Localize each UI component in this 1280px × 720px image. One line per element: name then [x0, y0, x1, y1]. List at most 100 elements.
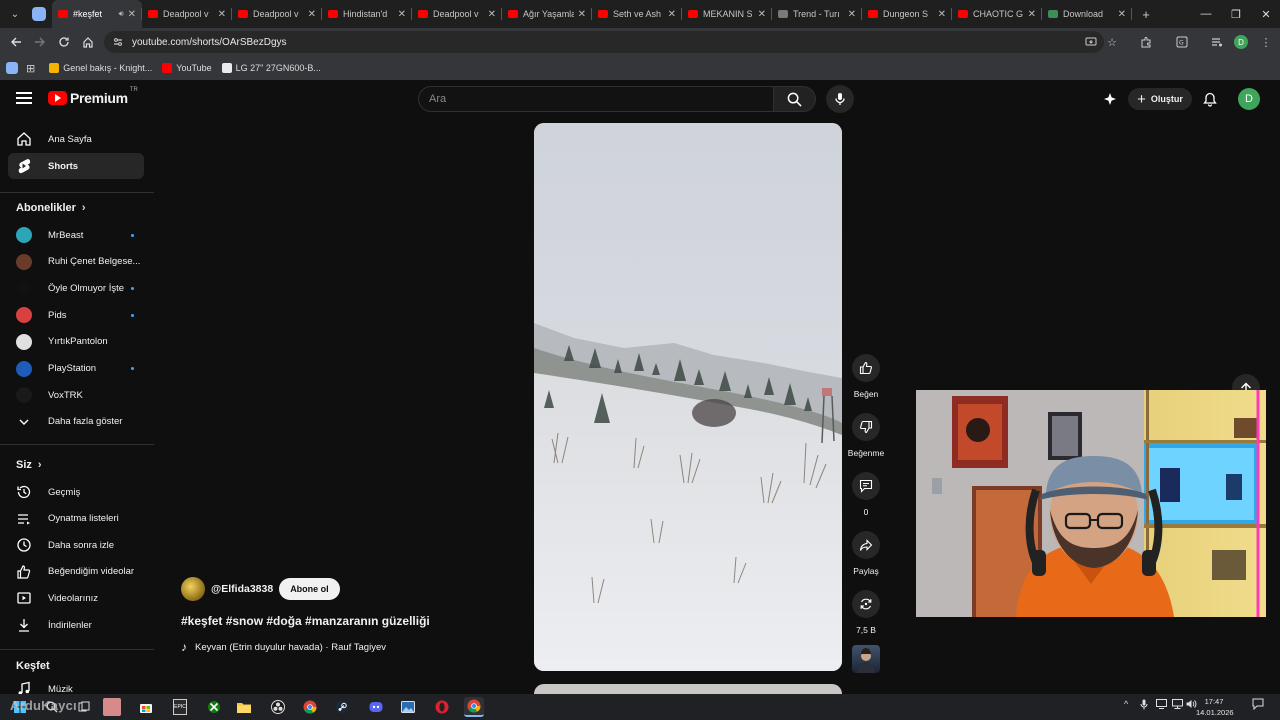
subscription-mrbeast[interactable]: MrBeast [8, 222, 144, 248]
browser-tab[interactable]: #keşfet 🔊︎ ✕ [52, 0, 142, 28]
obs-app-icon[interactable] [268, 697, 288, 717]
subscription-pids[interactable]: Pids [8, 302, 144, 328]
subscription-voxtrk[interactable]: VoxTRK [8, 382, 144, 408]
new-tab-button[interactable]: + [1136, 7, 1156, 22]
gemini-sparkle-icon[interactable] [1100, 89, 1120, 109]
explore-header[interactable]: Keşfet [16, 660, 50, 672]
reload-icon[interactable] [52, 30, 76, 54]
tab-close-icon[interactable]: ✕ [758, 9, 766, 20]
sidebar-item-shorts[interactable]: Shorts [8, 153, 144, 179]
tab-close-icon[interactable]: ✕ [578, 9, 586, 20]
browser-tab[interactable]: Dungeon S ✕ [862, 0, 952, 28]
tab-group-icon[interactable] [32, 7, 46, 21]
tab-close-icon[interactable]: ✕ [668, 9, 676, 20]
dislike-button[interactable] [852, 413, 880, 441]
subscription-y-rt-kpantolon[interactable]: YırtıkPantolon [8, 329, 144, 355]
notifications-bell-icon[interactable] [1200, 89, 1220, 109]
browser-tab[interactable]: MEKANIN S ✕ [682, 0, 772, 28]
browser-tab[interactable]: Ağır Yaşamla ✕ [502, 0, 592, 28]
browser-tab[interactable]: Trend - Turı ✕ [772, 0, 862, 28]
tab-close-icon[interactable]: ✕ [938, 9, 946, 20]
media-controls-icon[interactable] [1208, 33, 1226, 51]
install-app-icon[interactable] [1082, 33, 1100, 51]
channel-name[interactable]: @Elfida3838 [211, 583, 273, 595]
tab-close-icon[interactable]: ✕ [218, 9, 226, 20]
browser-tab[interactable]: Seth ve Ash ✕ [592, 0, 682, 28]
tray-overflow-icon[interactable]: ^ [1124, 699, 1128, 709]
opera-app-icon[interactable] [432, 697, 452, 717]
voice-search-button[interactable] [826, 85, 854, 113]
forward-icon[interactable] [28, 30, 52, 54]
channel-avatar[interactable] [181, 577, 205, 601]
sidebar-item-playlists[interactable]: Oynatma listeleri [8, 506, 144, 532]
like-action[interactable]: Beğen [846, 354, 886, 399]
browser-tab[interactable]: Hindistan'd ✕ [322, 0, 412, 28]
tab-audio-icon[interactable]: 🔊︎ [119, 9, 124, 19]
sidebar-item-downloads[interactable]: İndirilenler [8, 612, 144, 638]
apps-grid-icon[interactable]: ⊞ [26, 62, 35, 75]
xbox-app-icon[interactable] [204, 697, 224, 717]
create-button[interactable]: + Oluştur [1128, 88, 1192, 110]
tab-close-icon[interactable]: ✕ [1118, 9, 1126, 20]
short-title[interactable]: #keşfet #snow #doğa #manzaranın güzelliğ… [181, 614, 531, 628]
store-app-icon[interactable] [136, 697, 156, 717]
browser-tab[interactable]: Download ✕ [1042, 0, 1132, 28]
remix-button[interactable] [852, 590, 880, 618]
sidebar-item-liked-videos[interactable]: Beğendiğim videolar [8, 559, 144, 585]
hamburger-menu-icon[interactable] [16, 90, 32, 106]
extensions-icon[interactable] [1137, 33, 1155, 51]
show-more-button[interactable]: Daha fazla göster [8, 409, 144, 435]
sidebar-item-your-videos[interactable]: Videolarınız [8, 585, 144, 611]
tab-search-button[interactable]: ⌄ [4, 4, 26, 24]
you-section-header[interactable]: Siz › [16, 459, 42, 471]
bookmark-star-icon[interactable]: ☆ [1103, 33, 1121, 51]
notification-center-icon[interactable] [1252, 698, 1264, 712]
tab-close-icon[interactable]: ✕ [398, 9, 406, 20]
browser-tab[interactable]: CHAOTIC G ✕ [952, 0, 1042, 28]
chrome-active-app-icon[interactable] [464, 697, 484, 717]
browser-tab[interactable]: Deadpool v ✕ [232, 0, 322, 28]
taskbar-clock[interactable]: 17:47 14.01.2026 [1196, 696, 1234, 718]
subscriptions-header[interactable]: Abonelikler › [16, 202, 86, 214]
comments-button[interactable] [852, 472, 880, 500]
file-explorer-icon[interactable] [234, 697, 254, 717]
tab-close-icon[interactable]: ✕ [128, 9, 136, 20]
bookmark-item[interactable]: Genel bakış - Knight... [49, 63, 152, 73]
widgets-app-icon[interactable] [102, 697, 122, 717]
site-info-icon[interactable] [110, 34, 126, 50]
tab-close-icon[interactable]: ✕ [308, 9, 316, 20]
profile-icon[interactable]: D [1232, 33, 1250, 51]
url-text[interactable]: youtube.com/shorts/OArSBezDgys [132, 37, 287, 48]
address-bar[interactable]: youtube.com/shorts/OArSBezDgys [104, 31, 1104, 53]
subscription-playstation[interactable]: PlayStation [8, 356, 144, 382]
discord-app-icon[interactable] [366, 697, 386, 717]
subscribe-button[interactable]: Abone ol [279, 578, 340, 600]
sidebar-item-history[interactable]: Geçmiş [8, 479, 144, 505]
tray-mic-icon[interactable] [1140, 699, 1148, 712]
home-button-icon[interactable] [76, 30, 100, 54]
comments-action[interactable]: 0 [846, 472, 886, 517]
back-icon[interactable] [4, 30, 28, 54]
epic-games-icon[interactable]: EPIC [170, 697, 190, 717]
music-title[interactable]: Keyvan (Etrin duyulur havada) · Rauf Tag… [195, 642, 386, 653]
bookmark-item[interactable]: LG 27" 27GN600-B... [221, 63, 321, 73]
search-button[interactable] [774, 86, 816, 112]
next-short-preview[interactable] [534, 684, 842, 694]
translate-icon[interactable]: G [1173, 33, 1191, 51]
menu-kebab-icon[interactable]: ⋮ [1257, 33, 1275, 51]
subscription-ruhi-enet-belgese[interactable]: Ruhi Çenet Belgese... [8, 249, 144, 275]
subscription-yle-olmuyor-i-te[interactable]: Öyle Olmuyor İşte [8, 275, 144, 301]
short-video-player[interactable] [534, 123, 842, 671]
browser-tab[interactable]: Deadpool v ✕ [412, 0, 502, 28]
tab-close-icon[interactable]: ✕ [848, 9, 856, 20]
tab-close-icon[interactable]: ✕ [488, 9, 496, 20]
share-action[interactable]: Paylaş [846, 531, 886, 576]
close-window-icon[interactable]: ✕ [1250, 0, 1280, 28]
tray-display-icon[interactable] [1156, 699, 1167, 711]
sound-thumbnail[interactable] [852, 645, 880, 673]
browser-tab[interactable]: Deadpool v ✕ [142, 0, 232, 28]
steam-app-icon[interactable] [332, 697, 352, 717]
sidebar-item-music[interactable]: Müzik [8, 676, 144, 694]
minimize-icon[interactable]: — [1190, 0, 1222, 28]
music-row[interactable]: ♪ Keyvan (Etrin duyulur havada) · Rauf T… [181, 640, 531, 654]
